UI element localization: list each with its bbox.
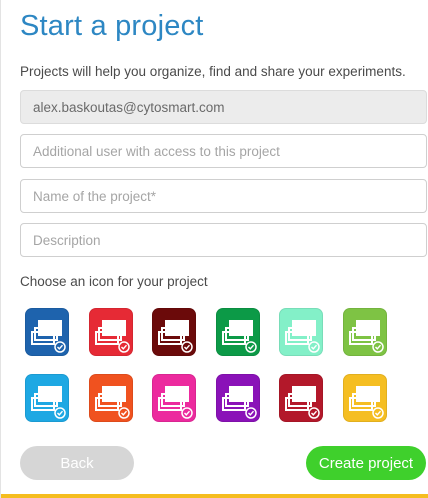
page-title: Start a project bbox=[20, 10, 204, 42]
stacked-cards-icon bbox=[94, 386, 130, 419]
stacked-cards-icon bbox=[31, 320, 66, 353]
stacked-cards-icon bbox=[221, 320, 257, 353]
description-input[interactable] bbox=[20, 223, 427, 257]
stacked-cards-icon bbox=[94, 320, 130, 353]
stacked-cards-icon bbox=[221, 386, 257, 419]
icon-purple-option[interactable] bbox=[215, 374, 260, 422]
icon-lime-option[interactable] bbox=[342, 308, 387, 356]
icon-mint-option[interactable] bbox=[279, 308, 323, 356]
stacked-cards-icon bbox=[348, 320, 384, 353]
back-button[interactable]: Back bbox=[20, 446, 134, 480]
icon-section-label: Choose an icon for your project bbox=[20, 274, 208, 289]
icon-sky-option[interactable] bbox=[25, 374, 69, 422]
stacked-cards-icon bbox=[31, 386, 66, 419]
stacked-cards-icon bbox=[285, 386, 320, 419]
icon-red-option[interactable] bbox=[88, 308, 133, 356]
stacked-cards-icon bbox=[158, 386, 193, 419]
bottom-accent-bar bbox=[1, 494, 428, 498]
icon-crimson-option[interactable] bbox=[279, 374, 323, 422]
owner-email-field bbox=[20, 90, 427, 124]
icon-orange-option[interactable] bbox=[88, 374, 133, 422]
additional-user-input[interactable] bbox=[20, 134, 427, 168]
project-name-input[interactable] bbox=[20, 179, 427, 213]
icon-pink-option[interactable] bbox=[152, 374, 196, 422]
create-project-button[interactable]: Create project bbox=[306, 446, 426, 480]
stacked-cards-icon bbox=[285, 320, 320, 353]
stacked-cards-icon bbox=[158, 320, 193, 353]
stacked-cards-icon bbox=[348, 386, 384, 419]
page-subtitle: Projects will help you organize, find an… bbox=[20, 64, 406, 79]
icon-yellow-option[interactable] bbox=[342, 374, 387, 422]
icon-green-option[interactable] bbox=[215, 308, 260, 356]
icon-blue-dark-option[interactable] bbox=[25, 308, 69, 356]
icon-maroon-option[interactable] bbox=[152, 308, 196, 356]
dialog-frame: Start a project Projects will help you o… bbox=[0, 0, 428, 498]
